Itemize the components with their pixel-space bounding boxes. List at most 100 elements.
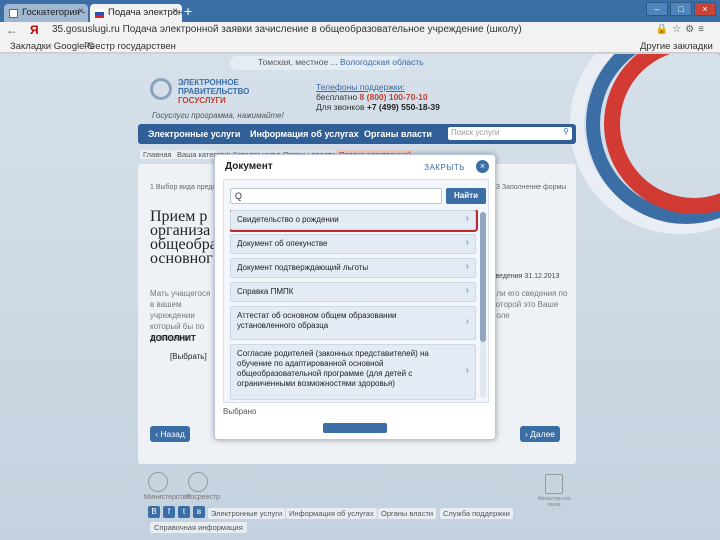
search-icon[interactable]: ⚲ [563, 127, 569, 136]
window-close-icon[interactable]: × [694, 2, 716, 16]
list-item[interactable]: Справка ПМПК › [230, 282, 476, 302]
bookmark-others[interactable]: Другие закладки [640, 41, 713, 52]
description-right: или его сведения по которой это Ваше пол… [492, 289, 568, 320]
list-item-label: Свидетельство о рождении [237, 215, 339, 224]
list-item[interactable]: Документ подтверждающий льготы › [230, 258, 476, 278]
list-item-label: Согласие родителей (законных представите… [237, 349, 429, 388]
registry-emblem-icon [188, 472, 208, 492]
list-scrollbar[interactable] [480, 212, 486, 398]
footer-emblems: Министерство Росреестр [144, 472, 224, 502]
site-search-input[interactable]: Поиск услуги ⚲ [448, 127, 572, 140]
logo-line: ГОСУСЛУГИ [178, 96, 226, 105]
nav-item-authorities[interactable]: Органы власти [364, 129, 432, 139]
list-item-label: Документ об опекунстве [237, 239, 328, 248]
chevron-right-icon: › [465, 316, 469, 327]
close-link[interactable]: ЗАКРЫТЬ [424, 163, 465, 172]
page-title: Прием р организа общеобра основног [150, 208, 217, 267]
back-label: Назад [160, 429, 185, 439]
bookmark-registry[interactable]: Реестр государствен [84, 41, 176, 52]
next-label: Далее [530, 429, 556, 439]
close-icon[interactable]: × [172, 6, 178, 17]
dialog-confirm-button[interactable] [323, 423, 387, 433]
region-prefix: Томская, местное ... [258, 57, 338, 67]
eagle-emblem-icon [148, 472, 168, 492]
info-date: сведения 31.12.2013 [492, 273, 560, 280]
portal-logo[interactable]: ЭЛЕКТРОННОЕ ПРАВИТЕЛЬСТВО ГОСУСЛУГИ [178, 78, 278, 105]
support-phones: Телефоны поддержки: бесплатно 8 (800) 10… [316, 82, 456, 112]
maximize-icon[interactable]: □ [670, 2, 692, 16]
browser-tab-1[interactable]: Госкатегория - Порта × [4, 4, 88, 22]
portal-tagline: Госуслуги программа, нажимайте! [152, 111, 284, 120]
browser-tab-2[interactable]: Подача электронной з × [90, 4, 182, 22]
close-icon[interactable]: × [476, 160, 489, 173]
footer-link[interactable]: Служба поддержки [440, 508, 513, 519]
ministry-emblem: Министерство связи [536, 474, 572, 514]
list-item-label: Справка ПМПК [237, 287, 294, 296]
document-search-input[interactable]: Q [230, 188, 442, 204]
bookmarks-bar: Закладки Google G Реестр государствен Др… [0, 40, 720, 53]
footer-link[interactable]: Органы власти [378, 508, 437, 519]
phones-title[interactable]: Телефоны поддержки: [316, 82, 456, 92]
footer-link[interactable]: Информация об услугах [286, 508, 377, 519]
section-label: ДОПОЛНИТ [150, 334, 196, 343]
phone-number: 8 (800) 100-70-10 [359, 92, 428, 102]
help-link[interactable]: Справочная информация [150, 522, 247, 533]
logo-line: ЭЛЕКТРОННОЕ [178, 78, 239, 87]
phone-label: бесплатно [316, 92, 358, 102]
page-icon [9, 9, 18, 18]
url-field[interactable]: 35.gosuslugi.ru Подача электронной заявк… [52, 24, 630, 38]
list-item[interactable]: Свидетельство о рождении › [230, 210, 476, 230]
flag-icon [95, 9, 104, 18]
new-tab-button[interactable]: + [184, 3, 192, 19]
tab-label: Подача электронной з [108, 7, 182, 18]
chevron-right-icon: › [465, 365, 469, 376]
emblem-caption: Министерство [144, 494, 191, 501]
window-controls: – □ × [646, 2, 716, 16]
bookmark-google[interactable]: Закладки Google G [10, 41, 94, 52]
search-icon: Q [235, 191, 243, 201]
dialog-title: Документ [225, 161, 273, 172]
search-placeholder: Поиск услуги [451, 128, 500, 137]
step-indicator-right: 3 Заполнение формы [496, 184, 567, 191]
find-button[interactable]: Найти [446, 188, 486, 204]
nav-item-info[interactable]: Информация об услугах [250, 129, 359, 139]
chevron-right-icon: › [465, 261, 469, 272]
chevron-right-icon: › [465, 237, 469, 248]
dialog-body: Q Найти Свидетельство о рождении › Докум… [223, 179, 489, 403]
flag-decoration [560, 54, 720, 254]
footer-links: Электронные услуги Информация об услугах… [144, 508, 584, 520]
document-dialog: Документ ЗАКРЫТЬ × Q Найти Свидетельство… [214, 154, 496, 440]
emblem-caption: Росреестр [186, 494, 221, 501]
region-link[interactable]: Вологодская область [340, 57, 424, 67]
toolbar-icons[interactable]: 🔒☆⚙≡ [656, 24, 708, 35]
yandex-logo-icon[interactable]: Я [30, 23, 39, 37]
minimize-icon[interactable]: – [646, 2, 668, 16]
ministry-emblem-icon [545, 474, 563, 494]
list-item-label: Аттестат об основном общем образовании у… [237, 311, 397, 330]
ministry-caption: Министерство связи [537, 496, 571, 508]
address-bar: ← Я 35.gosuslugi.ru Подача электронной з… [0, 22, 720, 40]
phone-label: Для звонков [316, 102, 365, 112]
footer-link[interactable]: Электронные услуги [208, 508, 286, 519]
list-item[interactable]: Документ об опекунстве › [230, 234, 476, 254]
breadcrumb-item[interactable]: Главная [140, 150, 175, 159]
selected-label: Выбрано [223, 407, 257, 416]
browser-tab-bar: Госкатегория - Порта × Подача электронно… [0, 0, 720, 22]
document-list: Свидетельство о рождении › Документ об о… [230, 210, 478, 400]
logo-line: ПРАВИТЕЛЬСТВО [178, 87, 250, 96]
list-item[interactable]: Аттестат об основном общем образовании у… [230, 306, 476, 340]
list-item-label: Документ подтверждающий льготы [237, 263, 369, 272]
back-arrow-icon[interactable]: ← [6, 23, 18, 37]
nav-item-services[interactable]: Электронные услуги [148, 129, 240, 139]
chevron-right-icon: › [465, 213, 469, 224]
scrollbar-thumb[interactable] [480, 212, 486, 342]
portal-logo-icon [150, 78, 172, 100]
list-item[interactable]: Согласие родителей (законных представите… [230, 344, 476, 400]
select-link[interactable]: [Выбрать] [170, 352, 207, 361]
phone-number: +7 (499) 550-18-39 [366, 102, 440, 112]
close-icon[interactable]: × [78, 6, 84, 17]
next-button[interactable]: › Далее [520, 426, 560, 442]
region-selector[interactable]: Томская, местное ... Вологодская область [230, 56, 424, 70]
back-button[interactable]: ‹ Назад [150, 426, 190, 442]
chevron-right-icon: › [465, 285, 469, 296]
